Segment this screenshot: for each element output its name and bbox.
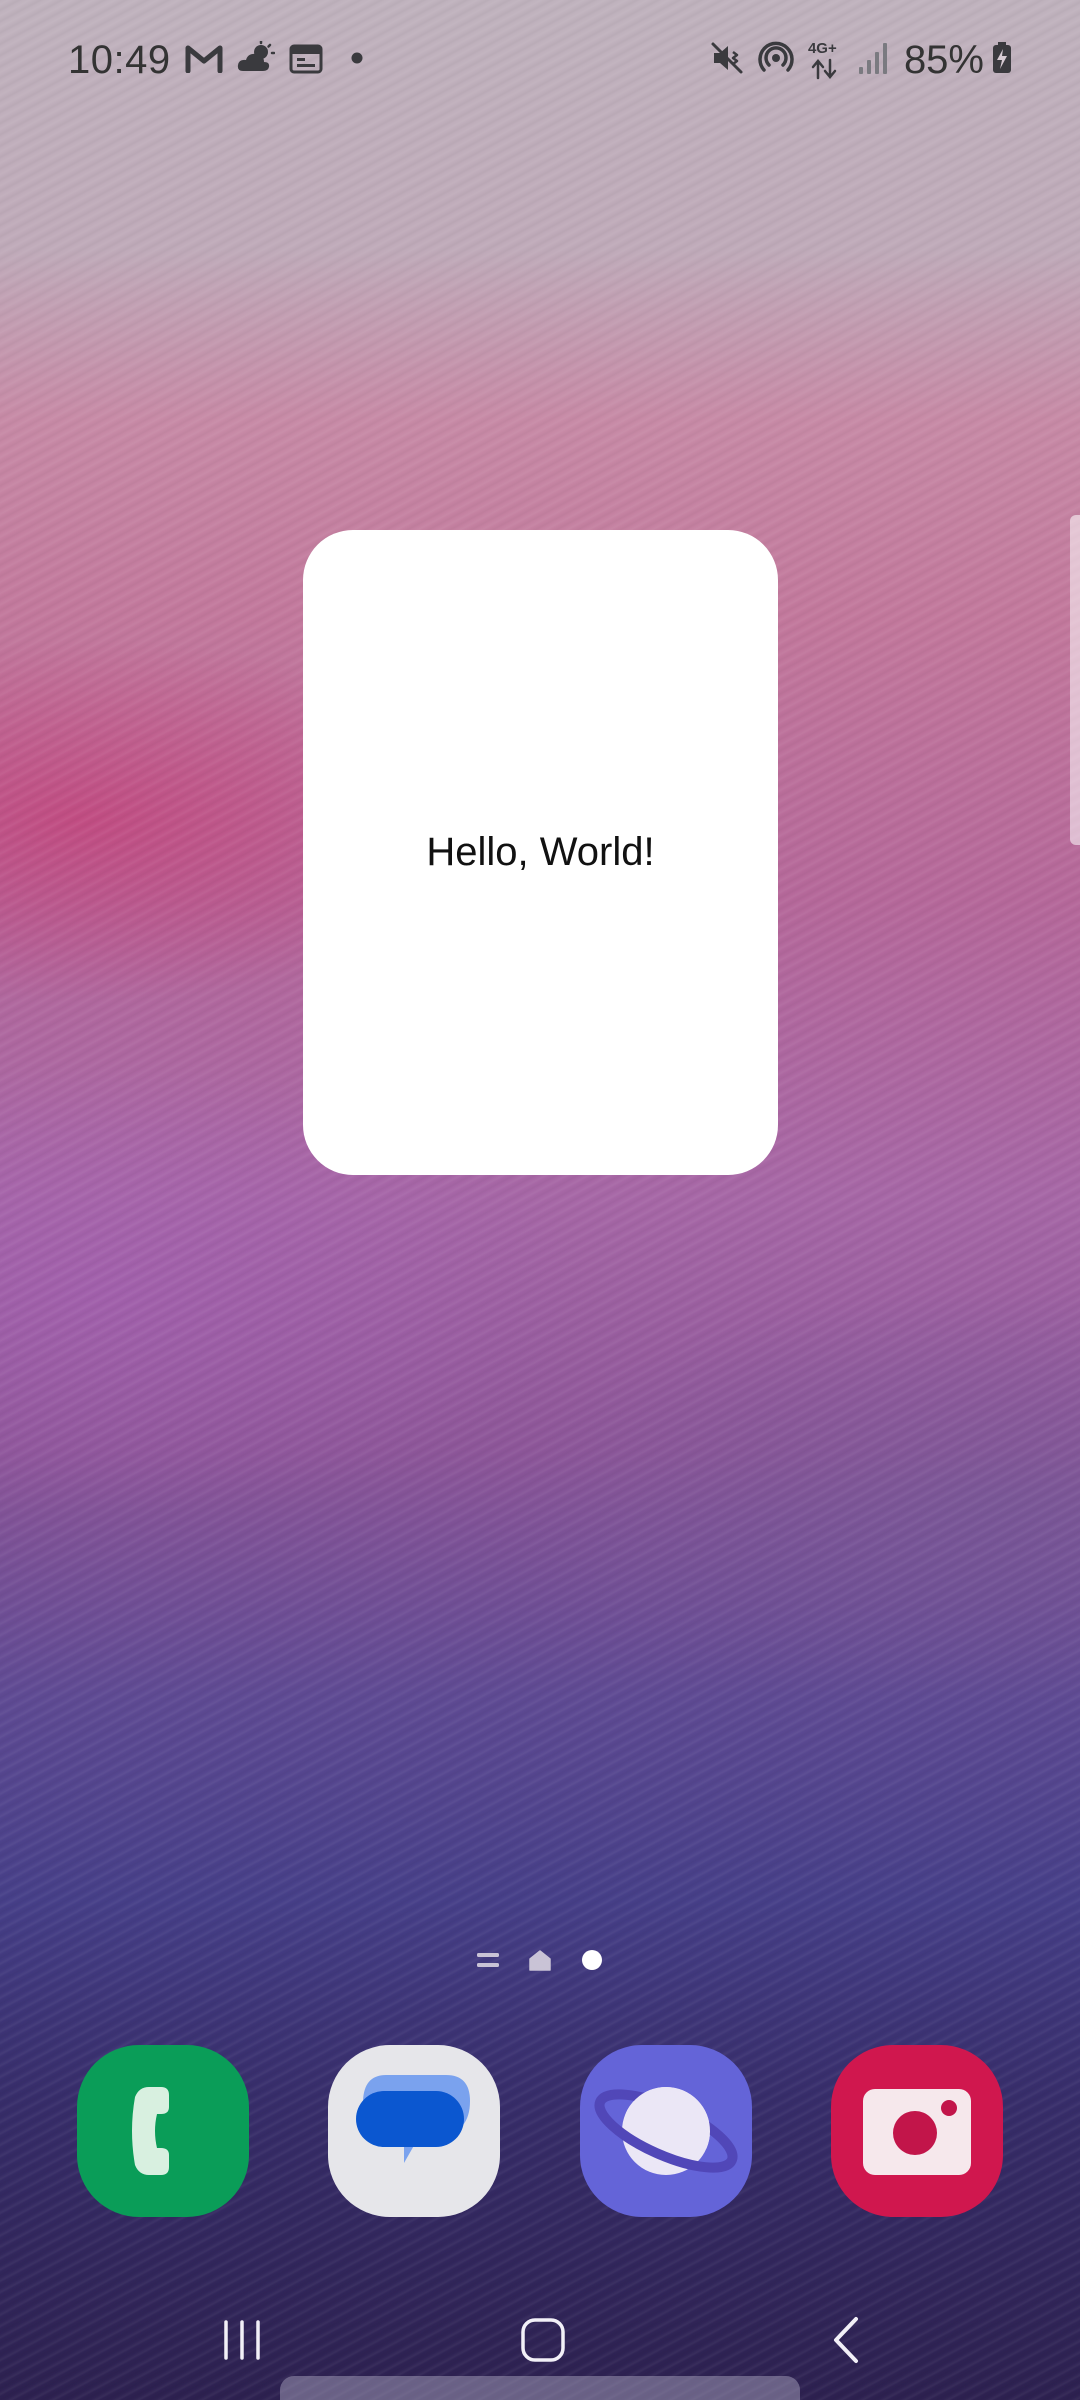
back-button[interactable]: [806, 2310, 886, 2370]
phone-app[interactable]: [77, 2045, 249, 2217]
navigation-bar: [0, 2300, 1080, 2380]
network-label: 4G+: [807, 40, 837, 57]
current-page-indicator[interactable]: [581, 1949, 603, 1971]
status-bar[interactable]: 10:49 4G+ 85%: [0, 0, 1080, 120]
camera-app[interactable]: [831, 2045, 1003, 2217]
home-icon: [521, 2318, 565, 2362]
hotspot-icon: [758, 40, 794, 81]
home-button[interactable]: [503, 2310, 583, 2370]
battery-charging-icon: [992, 41, 1012, 79]
app-dock: [0, 2045, 1080, 2220]
weather-partly-cloudy-icon: [237, 39, 275, 80]
widget-text: Hello, World!: [426, 830, 655, 874]
status-right: 4G+ 85%: [696, 34, 1012, 86]
camera-icon: [831, 2045, 1003, 2217]
phone-icon: [77, 2045, 249, 2217]
recents-button[interactable]: [202, 2310, 282, 2370]
status-left: 10:49: [68, 34, 363, 86]
hello-world-widget[interactable]: Hello, World!: [303, 530, 778, 1175]
edge-panel-handle[interactable]: [1070, 515, 1080, 845]
active-page-dot: [582, 1950, 602, 1970]
home-screen[interactable]: 10:49 4G+ 85% Hello, World!: [0, 0, 1080, 2400]
home-page-indicator-icon[interactable]: [529, 1949, 551, 1971]
clock: 10:49: [68, 37, 171, 82]
messages-app[interactable]: [328, 2045, 500, 2217]
vibrate-mute-icon: [710, 41, 744, 80]
signal-icon: [858, 41, 888, 80]
feed-page-indicator-icon[interactable]: [477, 1949, 499, 1971]
wallpaper-texture: [0, 0, 1080, 2400]
gmail-icon: [185, 43, 223, 78]
internet-icon: [580, 2045, 752, 2217]
page-indicator[interactable]: [0, 1940, 1080, 1980]
notification-dot-icon: [351, 51, 363, 69]
messages-icon: [328, 2045, 500, 2217]
internet-app[interactable]: [580, 2045, 752, 2217]
gesture-handle[interactable]: [280, 2376, 800, 2400]
calendar-icon: [289, 42, 323, 79]
back-icon: [834, 2317, 858, 2363]
battery-percent: 85%: [903, 37, 984, 82]
recents-icon: [224, 2320, 260, 2360]
network-4g-plus-icon: 4G+: [808, 40, 844, 80]
